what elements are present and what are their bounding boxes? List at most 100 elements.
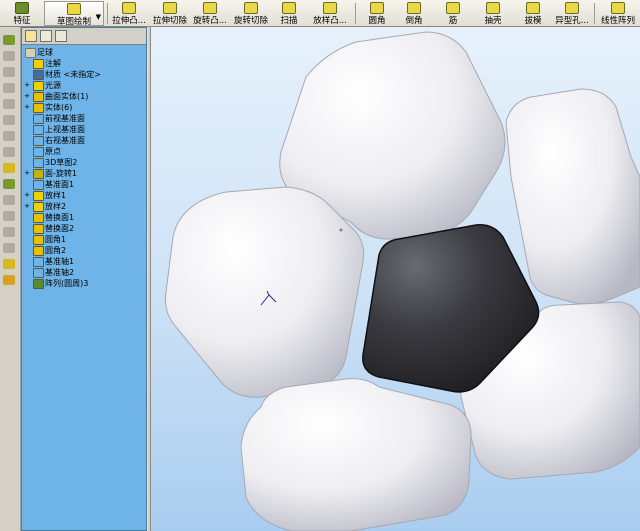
expand-toggle-icon[interactable]: + <box>24 201 30 212</box>
fillet-strip-icon[interactable] <box>3 147 15 157</box>
replace-face-icon <box>33 224 44 234</box>
hole-strip-icon[interactable] <box>3 259 15 269</box>
expand-toggle-icon[interactable]: + <box>24 91 30 102</box>
fillet-feature-icon <box>33 246 44 256</box>
tree-item-label: 放样2 <box>45 202 67 211</box>
tree-item[interactable]: + 曲面实体(1) <box>22 91 146 102</box>
tree-root-label: 足球 <box>37 48 53 57</box>
cut-strip-icon[interactable] <box>3 51 15 61</box>
tree-item[interactable]: 阵列(圆周)3 <box>22 278 146 289</box>
sweep-strip-icon[interactable] <box>3 83 15 93</box>
tree-item-label: 基准轴2 <box>45 268 75 277</box>
tree-item[interactable]: + 光源 <box>22 80 146 91</box>
plane-icon <box>33 180 44 190</box>
tree-item-label: 光源 <box>45 81 61 90</box>
loft-strip-icon[interactable] <box>3 99 15 109</box>
shell-icon <box>486 2 500 14</box>
rib-strip-icon[interactable] <box>3 131 15 141</box>
tree-item[interactable]: 基准面1 <box>22 179 146 190</box>
panel-tabs <box>22 28 146 45</box>
toolbar-button-revolve-cut[interactable]: 旋转切除 <box>231 1 271 26</box>
toolbar-button-linear-pattern[interactable]: 线性阵列 <box>597 1 639 26</box>
loft-icon <box>33 202 44 212</box>
tree-item-label: 基准面1 <box>45 180 75 189</box>
dropdown-arrow-icon[interactable]: ▼ <box>96 13 101 21</box>
tree-item[interactable]: 基准轴1 <box>22 256 146 267</box>
white-patch-bottom <box>240 378 472 531</box>
extrude-cut-icon <box>163 2 177 14</box>
tree-item-label: 原点 <box>45 147 61 156</box>
tree-item[interactable]: 基准轴2 <box>22 267 146 278</box>
toolbar-button-shell[interactable]: 抽壳 <box>476 1 510 26</box>
toolbar-button-draft[interactable]: 拔模 <box>516 1 550 26</box>
tree-item[interactable]: 替换面2 <box>22 223 146 234</box>
tree-item[interactable]: 上视基准面 <box>22 124 146 135</box>
wrap-strip-icon[interactable] <box>3 227 15 237</box>
tree-item[interactable]: + 放样1 <box>22 190 146 201</box>
toolbar-button-chamfer[interactable]: 倒角 <box>397 1 431 26</box>
tree-item-label: 阵列(圆周)3 <box>45 279 89 288</box>
tree-item[interactable]: 圆角2 <box>22 245 146 256</box>
tree-item[interactable]: 材质 <未指定> <box>22 69 146 80</box>
dome-strip-icon[interactable] <box>3 211 15 221</box>
material-icon <box>33 70 44 80</box>
pattern-strip-icon[interactable] <box>3 163 15 173</box>
toolbar-button-sketch[interactable]: 草图绘制 ▼ <box>44 1 104 27</box>
toolbar-button-extrude-boss[interactable]: 拉伸凸... <box>109 1 149 26</box>
soccer-ball-model[interactable] <box>151 27 640 531</box>
loft-boss-icon <box>323 2 337 14</box>
toolbar-button-hole-wizard[interactable]: 异型孔... <box>552 1 592 26</box>
mirror-strip-icon[interactable] <box>3 179 15 189</box>
rib-icon <box>446 2 460 14</box>
tree-item[interactable]: + 面-旋转1 <box>22 168 146 179</box>
sketch-icon <box>67 3 81 15</box>
expand-toggle-icon[interactable]: + <box>24 102 30 113</box>
tree-item[interactable]: 前视基准面 <box>22 113 146 124</box>
expand-toggle-icon[interactable]: + <box>24 190 30 201</box>
toolbar-button-extrude-cut[interactable]: 拉伸切除 <box>150 1 190 26</box>
axis-icon <box>33 257 44 267</box>
fillet-feature-icon <box>33 235 44 245</box>
replace-face-icon <box>33 213 44 223</box>
surface-bodies-icon <box>33 92 44 102</box>
draft-icon <box>526 2 540 14</box>
tab-configuration-manager[interactable] <box>55 30 67 42</box>
expand-toggle-icon[interactable]: + <box>24 168 30 179</box>
scale-strip-icon[interactable] <box>3 275 15 285</box>
draft-strip-icon[interactable] <box>3 195 15 205</box>
shell-strip-icon[interactable] <box>3 115 15 125</box>
tab-feature-manager[interactable] <box>25 30 37 42</box>
expand-toggle-icon[interactable]: + <box>24 80 30 91</box>
extrude-strip-icon[interactable] <box>3 35 15 45</box>
revolve-strip-icon[interactable] <box>3 67 15 77</box>
toolbar-button-features[interactable]: 特征 <box>2 1 42 26</box>
tree-item[interactable]: 3D草图2 <box>22 157 146 168</box>
extrude-boss-icon <box>122 2 136 14</box>
tree-item-label: 替换面2 <box>45 224 75 233</box>
sketch3d-icon <box>33 158 44 168</box>
tree-item-label: 替换面1 <box>45 213 75 222</box>
tree-item[interactable]: + 实体(6) <box>22 102 146 113</box>
tree-item[interactable]: 注解 <box>22 58 146 69</box>
toolbar-button-loft-boss[interactable]: 放样凸... <box>308 1 352 26</box>
deform-strip-icon[interactable] <box>3 243 15 253</box>
tab-property-manager[interactable] <box>40 30 52 42</box>
tree-item-label: 曲面实体(1) <box>45 92 89 101</box>
tree-item[interactable]: 圆角1 <box>22 234 146 245</box>
tree-item-label: 右视基准面 <box>45 136 85 145</box>
toolbar-button-fillet[interactable]: 圆角 <box>360 1 394 26</box>
toolbar-button-revolve-boss[interactable]: 旋转凸... <box>190 1 230 26</box>
tree-root[interactable]: 足球 <box>22 47 146 58</box>
command-manager-toolbar: 特征 草图绘制 ▼ 拉伸凸... 拉伸切除 旋转凸... 旋转切除 扫描 放样凸… <box>0 0 640 27</box>
toolbar-button-rib[interactable]: 筋 <box>436 1 470 26</box>
revolve-surface-icon <box>33 169 44 179</box>
chamfer-icon <box>407 2 421 14</box>
tree-item[interactable]: 替换面1 <box>22 212 146 223</box>
tree-item[interactable]: 右视基准面 <box>22 135 146 146</box>
revolve-boss-icon <box>203 2 217 14</box>
graphics-viewport[interactable] <box>151 27 640 531</box>
tree-item[interactable]: 原点 <box>22 146 146 157</box>
tree-item[interactable]: + 放样2 <box>22 201 146 212</box>
toolbar-button-sweep[interactable]: 扫描 <box>272 1 306 26</box>
tree-item-label: 圆角2 <box>45 246 67 255</box>
